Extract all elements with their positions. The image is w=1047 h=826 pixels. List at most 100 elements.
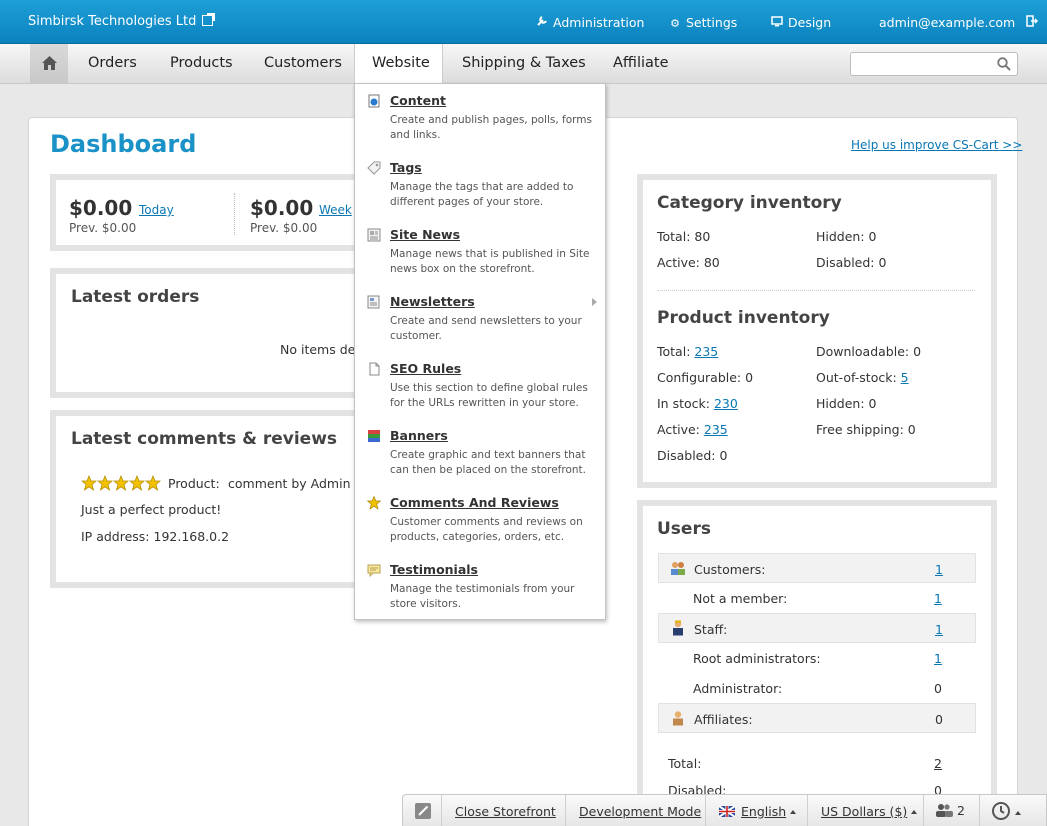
external-link-icon[interactable] [202,13,216,26]
menu-item-content-desc: Create and publish pages, polls, forms a… [390,114,592,141]
users-row-customers: Customers: 1 [658,553,976,583]
online-users-indicator[interactable]: 2 [935,803,965,818]
users-total-link[interactable]: 2 [934,756,942,771]
toolbar-separator [807,795,808,826]
administration-label[interactable]: Administration [553,15,644,30]
help-improve-link[interactable]: Help us improve CS-Cart >> [851,138,1022,152]
news-icon [367,228,381,242]
product-total-label: Total: [657,344,691,359]
active-link[interactable]: 235 [704,422,728,437]
logout-icon[interactable] [1025,15,1039,30]
users-affiliates-value: 0 [935,712,943,727]
bottom-toolbar: Close Storefront Development Mode Englis… [402,794,1047,826]
menu-item-content-title[interactable]: Content [390,93,446,108]
user-menu[interactable]: admin@example.com [879,15,1043,30]
home-button[interactable] [30,44,68,84]
history-button[interactable] [991,801,1021,821]
menu-item-comments-reviews[interactable]: Comments And Reviews Customer comments a… [355,486,605,553]
caret-up-icon [911,810,918,814]
users-not-member-link[interactable]: 1 [934,591,942,606]
wrench-icon [535,15,549,30]
toolbar-separator [979,795,980,826]
caret-up-icon [1015,811,1021,815]
sales-divider [234,193,235,235]
users-customers-link[interactable]: 1 [935,562,943,577]
design-link[interactable]: Design [770,15,831,30]
menu-item-newsletters[interactable]: Newsletters Create and send newsletters … [355,285,605,352]
menu-item-seo-rules-title[interactable]: SEO Rules [390,361,461,376]
menu-item-site-news-title[interactable]: Site News [390,227,460,242]
development-mode-button[interactable]: Development Mode [579,804,701,819]
product-downloadable: Downloadable: 0 [816,344,922,359]
comment-product-label: Product: [168,476,220,491]
menu-item-tags[interactable]: Tags Manage the tags that are added to d… [355,151,605,218]
product-total-link[interactable]: 235 [694,344,718,359]
search-input[interactable] [850,52,1018,76]
menu-item-newsletters-title[interactable]: Newsletters [390,294,475,309]
menu-item-seo-rules-desc: Use this section to define global rules … [390,382,588,409]
online-users-count: 2 [957,803,965,818]
search-icon[interactable] [997,57,1011,71]
user-email[interactable]: admin@example.com [879,15,1015,30]
menu-item-comments-reviews-desc: Customer comments and reviews on product… [390,516,583,543]
menu-item-site-news[interactable]: Site News Manage news that is published … [355,218,605,285]
product-free-shipping: Free shipping: 0 [816,422,916,437]
sales-today-prev: Prev. $0.00 [69,221,137,235]
currency-selector[interactable]: US Dollars ($) [821,804,918,819]
menu-item-banners-title[interactable]: Banners [390,428,448,443]
administration-link[interactable]: Administration [535,15,644,30]
users-row-affiliates: Affiliates: 0 [658,703,976,733]
users-administrator-label: Administrator: [693,681,783,696]
menu-item-comments-reviews-title[interactable]: Comments And Reviews [390,495,559,510]
close-storefront-button[interactable]: Close Storefront [455,804,556,819]
menu-item-testimonials-desc: Manage the testimonials from your store … [390,583,575,610]
nav-shipping-taxes[interactable]: Shipping & Taxes [462,55,586,71]
latest-orders-empty: No items def [280,342,360,357]
menu-item-tags-title[interactable]: Tags [390,160,422,175]
out-of-stock-link[interactable]: 5 [901,370,909,385]
toolbar-separator [565,795,566,826]
users-row-root-admins: Root administrators: 1 [658,643,976,673]
language-label[interactable]: English [741,804,786,819]
settings-link[interactable]: ⚙ Settings [668,15,737,30]
users-root-admins-link[interactable]: 1 [934,651,942,666]
nav-website[interactable]: Website [372,55,430,71]
users-staff-link[interactable]: 1 [935,622,943,637]
sales-week-link[interactable]: Week [319,203,352,217]
menu-item-banners-desc: Create graphic and text banners that can… [390,449,586,476]
currency-label[interactable]: US Dollars ($) [821,804,907,819]
language-selector[interactable]: English [718,804,797,819]
nav-affiliate[interactable]: Affiliate [613,55,669,71]
nav-customers[interactable]: Customers [264,55,342,71]
menu-item-newsletters-desc: Create and send newsletters to your cust… [390,315,582,342]
settings-label[interactable]: Settings [686,15,737,30]
company-name[interactable]: Simbirsk Technologies Ltd [28,14,196,29]
company-link[interactable]: Simbirsk Technologies Ltd [28,13,216,29]
menu-item-testimonials-title[interactable]: Testimonials [390,562,478,577]
users-not-member-label: Not a member: [693,591,788,606]
design-label[interactable]: Design [788,15,831,30]
users-total-label: Total: [668,756,702,771]
inventory-divider [657,290,975,291]
nav-products[interactable]: Products [170,55,233,71]
star-icon [97,475,113,491]
star-icon [129,475,145,491]
menu-item-seo-rules[interactable]: SEO Rules Use this section to define glo… [355,352,605,419]
category-active: Active: 80 [657,255,720,270]
in-stock-link[interactable]: 230 [714,396,738,411]
nav-orders[interactable]: Orders [88,55,137,71]
category-disabled: Disabled: 0 [816,255,887,270]
history-clock-icon [992,802,1010,820]
edit-icon[interactable] [415,803,431,819]
content-icon [368,94,380,108]
affiliates-icon [673,711,683,726]
banner-icon [368,430,380,442]
testimonial-icon [367,564,381,577]
sales-today-link[interactable]: Today [139,203,174,217]
menu-item-testimonials[interactable]: Testimonials Manage the testimonials fro… [355,553,605,620]
product-disabled: Disabled: 0 [657,448,728,463]
menu-item-banners[interactable]: Banners Create graphic and text banners … [355,419,605,486]
product-active: Active: 235 [657,422,728,437]
menu-item-content[interactable]: Content Create and publish pages, polls,… [355,84,605,151]
document-icon [369,362,380,376]
